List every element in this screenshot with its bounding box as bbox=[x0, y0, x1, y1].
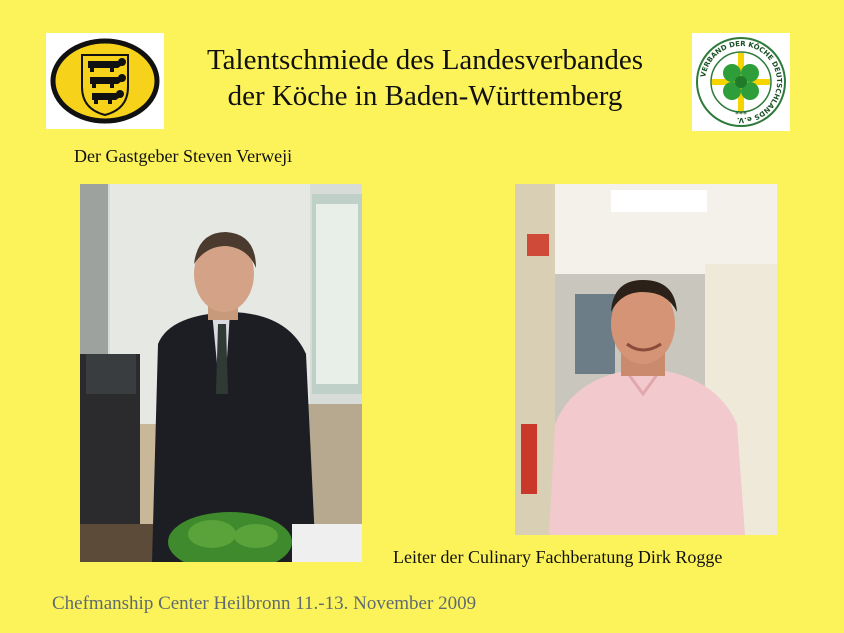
title-line-1: Talentschmiede des Landesverbandes bbox=[206, 44, 644, 76]
leader-photo bbox=[515, 184, 777, 535]
vkd-emblem-logo: VERBAND DER KÖCHE DEUTSCHLANDS e.V. *** bbox=[692, 33, 790, 131]
event-footer: Chefmanship Center Heilbronn 11.-13. Nov… bbox=[52, 593, 477, 614]
page-title: Talentschmiede des Landesverbandes der K… bbox=[160, 42, 690, 114]
host-photo bbox=[80, 184, 362, 562]
vkd-emblem-icon: VERBAND DER KÖCHE DEUTSCHLANDS e.V. *** bbox=[696, 37, 786, 127]
host-caption: Der Gastgeber Steven Verweji bbox=[74, 146, 293, 166]
coat-of-arms-logo bbox=[46, 33, 164, 129]
leader-caption: Leiter der Culinary Fachberatung Dirk Ro… bbox=[393, 547, 723, 567]
emblem-stars: *** bbox=[735, 110, 747, 119]
title-line-2: der Köche in Baden-Württemberg bbox=[227, 80, 623, 112]
coat-of-arms-icon bbox=[50, 38, 160, 124]
